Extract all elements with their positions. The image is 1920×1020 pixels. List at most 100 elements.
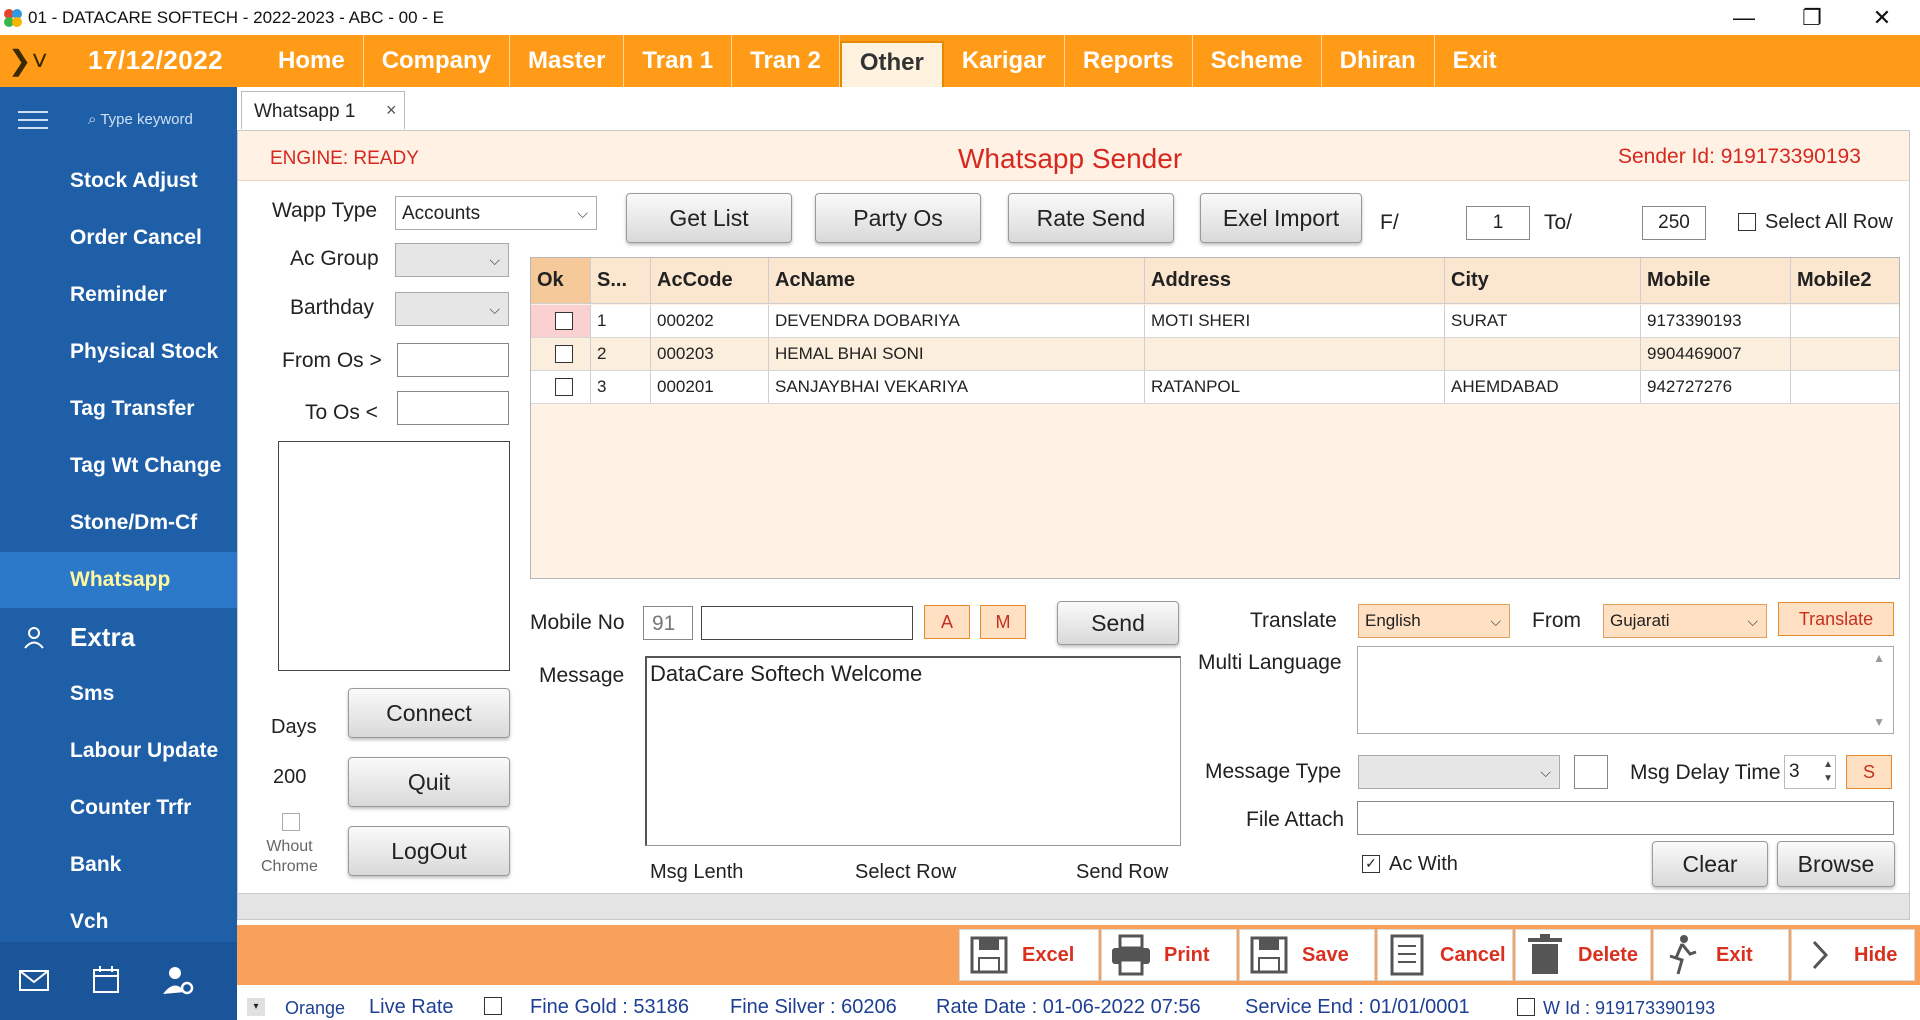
menu-home[interactable]: Home [260,35,364,87]
spinner-icon[interactable]: ▲ ▼ [1823,758,1833,786]
s-button[interactable]: S [1846,755,1892,789]
live-rate-checkbox[interactable] [484,997,502,1015]
barthday-select[interactable]: ⌵ [395,292,509,326]
row-ok-cell[interactable] [531,338,591,370]
sidebar-item-whatsapp[interactable]: Whatsapp [0,552,237,608]
ac-group-select[interactable]: ⌵ [395,243,509,277]
translate-button[interactable]: Translate [1778,602,1894,636]
sidebar-section-extra[interactable]: Extra [0,609,237,665]
ac-with-checkbox[interactable]: ✓ [1362,855,1380,873]
menu-master[interactable]: Master [510,35,625,87]
theme-label[interactable]: Orange [285,998,345,1019]
send-button[interactable]: Send [1057,601,1179,645]
col-sno[interactable]: S... [591,258,651,303]
delete-button[interactable]: Delete [1515,929,1651,981]
message-type-select[interactable]: ⌵ [1358,755,1560,789]
menu-company[interactable]: Company [364,35,511,87]
translate-to-select[interactable]: English ⌵ [1358,604,1510,638]
hamburger-icon[interactable] [18,111,48,131]
col-ok[interactable]: Ok [531,258,591,303]
table-row[interactable]: 2 000203 HEMAL BHAI SONI 9904469007 [531,338,1899,371]
scroll-up-icon[interactable]: ▲ [1873,651,1885,665]
sidebar-item-bank[interactable]: Bank [0,837,237,893]
row-ok-cell[interactable] [531,371,591,403]
col-accode[interactable]: AcCode [651,258,769,303]
party-os-button[interactable]: Party Os [815,193,981,243]
whout-chrome-checkbox[interactable] [282,813,300,831]
exel-import-button[interactable]: Exel Import [1200,193,1362,243]
menu-tran-1[interactable]: Tran 1 [624,35,733,87]
menu-karigar[interactable]: Karigar [944,35,1065,87]
mobile-no-input[interactable] [701,606,913,640]
to-range-input[interactable]: 250 [1642,206,1706,240]
multi-language-textarea[interactable]: ▲ ▼ [1357,646,1894,734]
select-all-checkbox[interactable] [1738,213,1756,231]
translate-from-select[interactable]: Gujarati ⌵ [1603,604,1767,638]
scroll-down-icon[interactable]: ▼ [1873,715,1885,729]
restore-button[interactable]: ❐ [1792,4,1832,32]
menu-dhiran[interactable]: Dhiran [1322,35,1435,87]
theme-dropdown-icon[interactable]: ▾ [247,998,265,1016]
message-type-color-box[interactable] [1574,755,1608,789]
sidebar-item-physical-stock[interactable]: Physical Stock [0,324,237,380]
horizontal-scrollbar[interactable] [238,893,1909,919]
exit-button[interactable]: Exit [1653,929,1789,981]
excel-button[interactable]: Excel [959,929,1099,981]
tab-whatsapp-1[interactable]: Whatsapp 1 × [241,91,405,129]
group-list-box[interactable] [278,441,510,671]
search-input[interactable]: Type keyword [100,111,193,128]
menu-tran-2[interactable]: Tran 2 [732,35,840,87]
file-attach-input[interactable] [1357,801,1894,835]
rate-send-button[interactable]: Rate Send [1008,193,1174,243]
get-list-button[interactable]: Get List [626,193,792,243]
sidebar-item-reminder[interactable]: Reminder [0,267,237,323]
cancel-button[interactable]: Cancel [1377,929,1513,981]
row-checkbox[interactable] [554,345,573,363]
user-settings-icon[interactable] [160,962,196,998]
sidebar-item-stone-dm-cf[interactable]: Stone/Dm-Cf [0,495,237,551]
print-button[interactable]: Print [1101,929,1237,981]
row-checkbox[interactable] [554,378,573,396]
minimize-button[interactable]: — [1724,4,1764,32]
menu-toggle-icon[interactable]: ❯˅ [8,43,52,79]
tab-close-icon[interactable]: × [386,100,397,121]
wapp-type-select[interactable]: Accounts ⌵ [395,196,597,230]
col-mobile2[interactable]: Mobile2 [1791,258,1897,303]
col-mobile[interactable]: Mobile [1641,258,1791,303]
sidebar-item-labour-update[interactable]: Labour Update [0,723,237,779]
sidebar-item-tag-wt-change[interactable]: Tag Wt Change [0,438,237,494]
sidebar-search[interactable]: ⌕ Type keyword [88,111,193,128]
table-row[interactable]: 3 000201 SANJAYBHAI VEKARIYA RATANPOL AH… [531,371,1899,404]
sidebar-item-tag-transfer[interactable]: Tag Transfer [0,381,237,437]
menu-reports[interactable]: Reports [1065,35,1193,87]
hide-button[interactable]: Hide [1791,929,1915,981]
mail-icon[interactable] [16,962,52,998]
connect-button[interactable]: Connect [348,688,510,738]
sidebar-item-sms[interactable]: Sms [0,666,237,722]
calendar-icon[interactable] [88,962,124,998]
clear-button[interactable]: Clear [1652,841,1768,887]
col-acname[interactable]: AcName [769,258,1145,303]
a-button[interactable]: A [924,605,970,639]
sidebar-item-order-cancel[interactable]: Order Cancel [0,210,237,266]
to-os-input[interactable] [397,391,509,425]
menu-scheme[interactable]: Scheme [1193,35,1322,87]
wid-checkbox[interactable] [1517,998,1535,1016]
m-button[interactable]: M [980,605,1026,639]
row-checkbox[interactable] [554,312,573,330]
col-city[interactable]: City [1445,258,1641,303]
country-code-input[interactable]: 91 [643,606,693,640]
menu-exit[interactable]: Exit [1435,35,1515,87]
quit-button[interactable]: Quit [348,757,510,807]
msg-delay-input[interactable]: 3 ▲ ▼ [1784,755,1836,789]
table-row[interactable]: 1 000202 DEVENDRA DOBARIYA MOTI SHERI SU… [531,305,1899,338]
close-button[interactable]: ✕ [1862,4,1902,32]
menu-other[interactable]: Other [839,41,944,87]
row-ok-cell[interactable] [531,305,591,337]
col-address[interactable]: Address [1145,258,1445,303]
save-button[interactable]: Save [1239,929,1375,981]
from-os-input[interactable] [397,343,509,377]
sidebar-item-stock-adjust[interactable]: Stock Adjust [0,153,237,209]
message-textarea[interactable]: DataCare Softech Welcome [645,656,1181,846]
from-range-input[interactable]: 1 [1466,206,1530,240]
